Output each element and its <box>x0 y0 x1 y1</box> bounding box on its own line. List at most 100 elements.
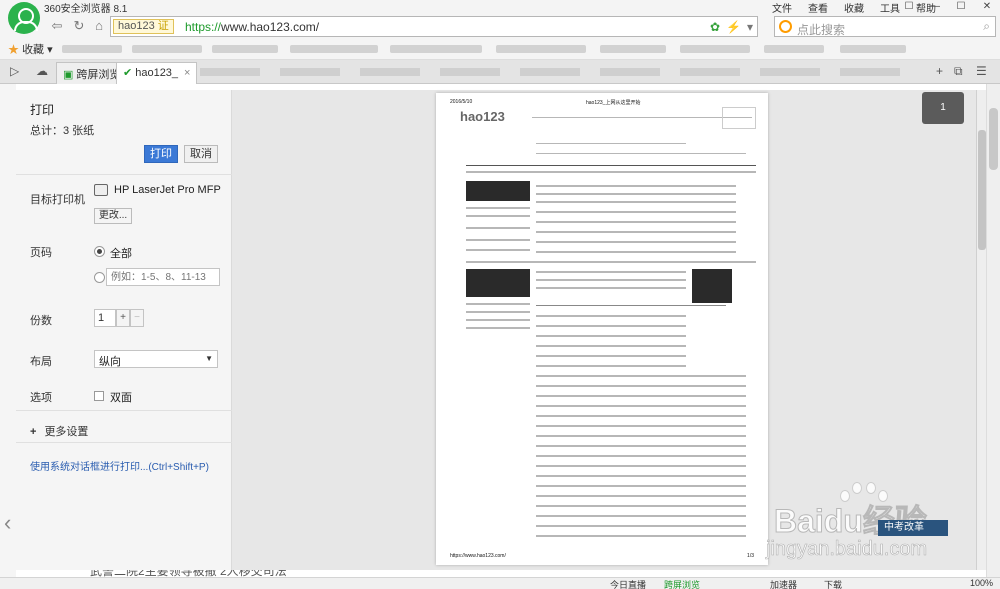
menu-file[interactable]: 文件 <box>772 0 792 15</box>
tab-blurred[interactable] <box>600 68 660 76</box>
divider <box>16 410 232 411</box>
copies-increment-button[interactable]: + <box>116 309 130 327</box>
menu-view[interactable]: 查看 <box>808 0 828 15</box>
bookmark-item[interactable] <box>840 45 906 53</box>
dropdown-icon[interactable]: ▾ <box>747 20 753 34</box>
duplex-checkbox[interactable] <box>94 391 104 401</box>
bookmark-item[interactable] <box>764 45 824 53</box>
search-field[interactable]: 点此搜索 ⌕ <box>774 16 996 37</box>
site-chip[interactable]: hao123 证 <box>113 19 174 34</box>
preview-line <box>536 485 746 487</box>
close-tab-icon[interactable]: × <box>184 67 190 79</box>
tab-menu-icon[interactable]: ☰ <box>976 64 987 78</box>
minimize-button[interactable]: — <box>922 0 948 14</box>
live-button[interactable]: 今日直播 <box>610 578 646 589</box>
change-printer-button[interactable]: 更改... <box>94 208 132 224</box>
bookmark-item[interactable] <box>132 45 202 53</box>
page-scrollbar[interactable] <box>986 84 1000 577</box>
copies-input[interactable]: 1 <box>94 309 116 327</box>
maximize-button[interactable]: ☐ <box>948 0 974 14</box>
url-icons: ✿ ⚡ ▾ <box>704 20 753 34</box>
preview-line <box>536 305 726 306</box>
skin-button[interactable]: ☐ <box>896 0 922 14</box>
pages-all-radio[interactable] <box>94 246 105 257</box>
copies-label: 份数 <box>30 315 52 327</box>
user-avatar-icon[interactable] <box>8 2 40 34</box>
layout-select[interactable]: 纵向 ▼ <box>94 350 218 368</box>
pages-range-radio[interactable] <box>94 272 105 283</box>
preview-line <box>536 525 746 527</box>
bookmark-item[interactable] <box>390 45 482 53</box>
url-field[interactable]: hao123 证 https://www.hao123.com/ ✿ ⚡ ▾ <box>110 16 758 37</box>
search-engine-icon[interactable] <box>779 20 792 33</box>
preview-line <box>536 251 736 253</box>
download-button[interactable]: 下载 <box>824 578 842 589</box>
sidebar-toggle-icon[interactable]: ▷ <box>10 64 19 78</box>
preview-logo: hao123 <box>460 109 505 124</box>
hao123-tab-icon: ✔ <box>123 67 133 79</box>
back-icon[interactable]: ⇦ <box>48 17 66 35</box>
window-controls: ☐ — ☐ ✕ <box>896 0 1000 14</box>
bookmark-item[interactable] <box>62 45 122 53</box>
tab-blurred[interactable] <box>280 68 340 76</box>
preview-line <box>536 515 746 517</box>
bookmarks-bar: ★ 收藏 ▾ <box>0 38 1000 60</box>
pages-range-input[interactable] <box>106 268 220 286</box>
app-title: 360安全浏览器 8.1 <box>44 4 128 15</box>
speed-icon[interactable]: ⚡ <box>726 20 741 34</box>
refresh-icon[interactable]: ↻ <box>70 17 88 35</box>
pages-all-label[interactable]: 全部 <box>110 245 132 261</box>
tab-blurred[interactable] <box>520 68 580 76</box>
baidu-watermark: Baidu经验 中考改革 jingyan.baidu.com <box>766 480 956 570</box>
preview-scrollbar-thumb[interactable] <box>978 130 986 250</box>
preview-line <box>466 311 530 313</box>
preview-line <box>536 435 746 437</box>
close-button[interactable]: ✕ <box>974 0 1000 14</box>
tab-hao123[interactable]: ✔ hao123_ × <box>116 62 198 84</box>
tab-blurred[interactable] <box>680 68 740 76</box>
preview-line <box>466 327 530 329</box>
copies-decrement-button[interactable]: − <box>130 309 144 327</box>
cloud-icon[interactable]: ☁ <box>36 64 48 78</box>
url-text[interactable]: https://www.hao123.com/ <box>185 20 319 34</box>
preview-line <box>536 535 746 537</box>
preview-line <box>536 279 686 281</box>
bookmark-item[interactable] <box>680 45 750 53</box>
accelerator-button[interactable]: 加速器 <box>770 578 797 589</box>
preview-page: 2016/5/10 hao123_上网从这里开始 hao123 https://… <box>436 93 768 565</box>
cross-screen-button[interactable]: 跨屏浏览 <box>664 578 700 589</box>
left-arrow-icon[interactable]: ‹ <box>4 510 11 536</box>
print-button[interactable]: 打印 <box>144 145 178 163</box>
bookmark-item[interactable] <box>290 45 378 53</box>
search-icon[interactable]: ⌕ <box>983 19 990 34</box>
home-icon[interactable]: ⌂ <box>90 17 108 35</box>
search-placeholder: 点此搜索 <box>797 23 846 37</box>
cancel-button[interactable]: 取消 <box>184 145 218 163</box>
preview-line <box>536 405 746 407</box>
tab-blurred[interactable] <box>760 68 820 76</box>
page-scrollbar-thumb[interactable] <box>989 108 998 170</box>
tab-blurred[interactable] <box>200 68 260 76</box>
tab-blurred[interactable] <box>840 68 900 76</box>
tab-blurred[interactable] <box>440 68 500 76</box>
preview-line <box>536 445 746 447</box>
divider <box>16 442 232 443</box>
zoom-level[interactable]: 100% <box>970 578 993 588</box>
preview-line <box>536 287 686 289</box>
tab-list-icon[interactable]: ⧉ <box>954 64 963 79</box>
new-tab-icon[interactable]: + <box>936 64 943 78</box>
preview-line <box>466 165 756 166</box>
printer-icon <box>94 184 108 196</box>
menu-favorites[interactable]: 收藏 <box>844 0 864 15</box>
bookmark-item[interactable] <box>496 45 586 53</box>
system-dialog-link[interactable]: 使用系统对话框进行打印...(Ctrl+Shift+P) <box>30 458 209 473</box>
duplex-label[interactable]: 双面 <box>110 389 132 405</box>
preview-scrollbar[interactable] <box>976 90 986 570</box>
preview-line <box>536 315 686 317</box>
bookmark-item[interactable] <box>600 45 666 53</box>
bookmark-item[interactable] <box>212 45 278 53</box>
more-settings-button[interactable]: + 更多设置 <box>30 423 88 439</box>
security-icon[interactable]: ✿ <box>710 20 720 34</box>
favorites-button[interactable]: ★ 收藏 ▾ <box>8 41 53 57</box>
tab-blurred[interactable] <box>360 68 420 76</box>
